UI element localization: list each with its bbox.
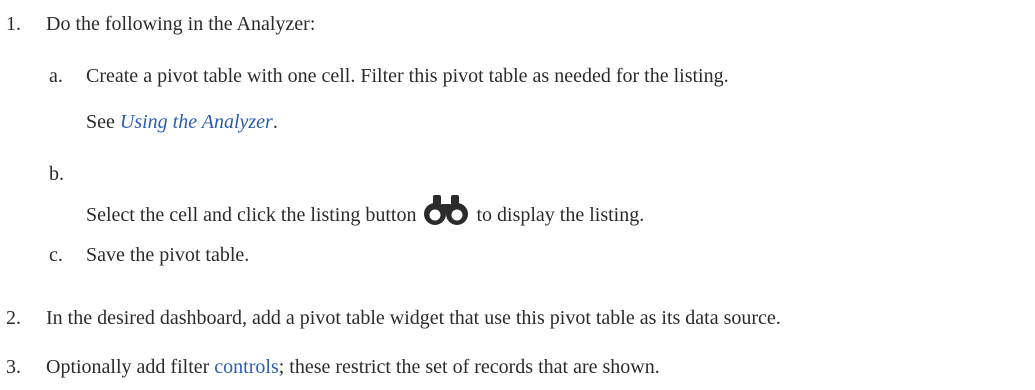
- step-3-text: Optionally add filter controls; these re…: [46, 355, 660, 379]
- substep-a-text: Create a pivot table with one cell. Filt…: [86, 65, 729, 87]
- see-prefix: See: [86, 111, 120, 133]
- step-3-text-before: Optionally add filter: [46, 356, 215, 378]
- step-3-text-after: ; these restrict the set of records that…: [278, 356, 660, 378]
- substep-b-text-after: to display the listing.: [476, 204, 645, 226]
- substep-b-text-before: Select the cell and click the listing bu…: [86, 204, 417, 226]
- step-1-text: Do the following in the Analyzer:: [46, 13, 316, 35]
- binoculars-icon[interactable]: [424, 193, 469, 227]
- substep-b-letter: b.: [49, 163, 64, 185]
- using-the-analyzer-link[interactable]: Using the Analyzer: [120, 111, 273, 133]
- step-1: 1.: [6, 12, 21, 36]
- step-2-text: In the desired dashboard, add a pivot ta…: [46, 307, 781, 329]
- substep-c-text: Save the pivot table.: [86, 244, 250, 266]
- see-suffix: .: [272, 111, 278, 133]
- substep-a-see: See Using the Analyzer.: [86, 110, 278, 134]
- substep-a-letter: a.: [49, 65, 63, 87]
- step-1-number: 1.: [6, 13, 21, 35]
- controls-link[interactable]: controls: [214, 356, 278, 378]
- substep-c-letter: c.: [49, 244, 63, 266]
- step-3-number: 3.: [6, 356, 21, 378]
- step-2-number: 2.: [6, 307, 21, 329]
- substep-b-text: Select the cell and click the listing bu…: [86, 193, 644, 227]
